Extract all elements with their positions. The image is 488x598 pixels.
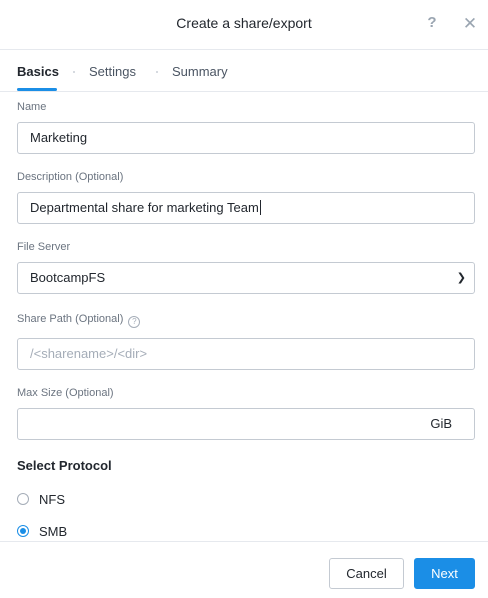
nfs-label: NFS xyxy=(39,492,65,507)
next-button[interactable]: Next xyxy=(414,558,475,589)
wizard-tabs: Basics Settings Summary xyxy=(0,50,488,92)
dialog-footer: Cancel Next xyxy=(0,541,488,598)
help-icon[interactable]: ? xyxy=(424,14,440,34)
info-icon[interactable]: ? xyxy=(128,316,141,328)
tab-settings[interactable]: Settings xyxy=(89,64,136,79)
file-server-label: File Server xyxy=(17,241,71,253)
name-label: Name xyxy=(17,101,47,113)
tab-basics[interactable]: Basics xyxy=(17,64,59,79)
max-size-unit: GiB xyxy=(430,416,452,431)
smb-radio[interactable] xyxy=(17,525,29,537)
name-value: Marketing xyxy=(30,130,88,145)
tab-separator xyxy=(73,71,75,73)
tab-summary[interactable]: Summary xyxy=(172,64,228,79)
dialog-title: Create a share/export xyxy=(176,15,312,31)
select-protocol-title: Select Protocol xyxy=(17,458,112,473)
description-label: Description (Optional) xyxy=(17,171,124,183)
max-size-input[interactable]: GiB xyxy=(17,408,475,440)
share-path-label-text: Share Path (Optional) xyxy=(17,313,124,325)
close-icon[interactable]: ✕ xyxy=(462,14,478,34)
text-cursor xyxy=(259,200,261,215)
description-field[interactable]: Departmental share for marketing Team xyxy=(17,192,475,224)
create-share-dialog: Create a share/export ? ✕ Basics Setting… xyxy=(0,0,488,598)
chevron-down-icon: ❯ xyxy=(456,272,466,284)
tab-separator xyxy=(156,71,158,73)
name-field[interactable]: Marketing xyxy=(17,122,475,154)
description-value: Departmental share for marketing Team xyxy=(30,200,259,215)
share-path-input[interactable]: /<sharename>/<dir> xyxy=(17,338,475,370)
share-path-label: Share Path (Optional)? xyxy=(17,313,141,328)
active-tab-indicator xyxy=(17,88,57,91)
smb-label: SMB xyxy=(39,524,68,539)
nfs-radio[interactable] xyxy=(17,493,29,505)
file-server-value: BootcampFS xyxy=(30,270,106,285)
max-size-label: Max Size (Optional) xyxy=(17,387,114,399)
dialog-header: Create a share/export ? ✕ xyxy=(0,0,488,50)
cancel-button[interactable]: Cancel xyxy=(329,558,404,589)
file-server-select[interactable]: BootcampFS ❯ xyxy=(17,262,475,294)
share-path-placeholder: /<sharename>/<dir> xyxy=(30,346,148,361)
